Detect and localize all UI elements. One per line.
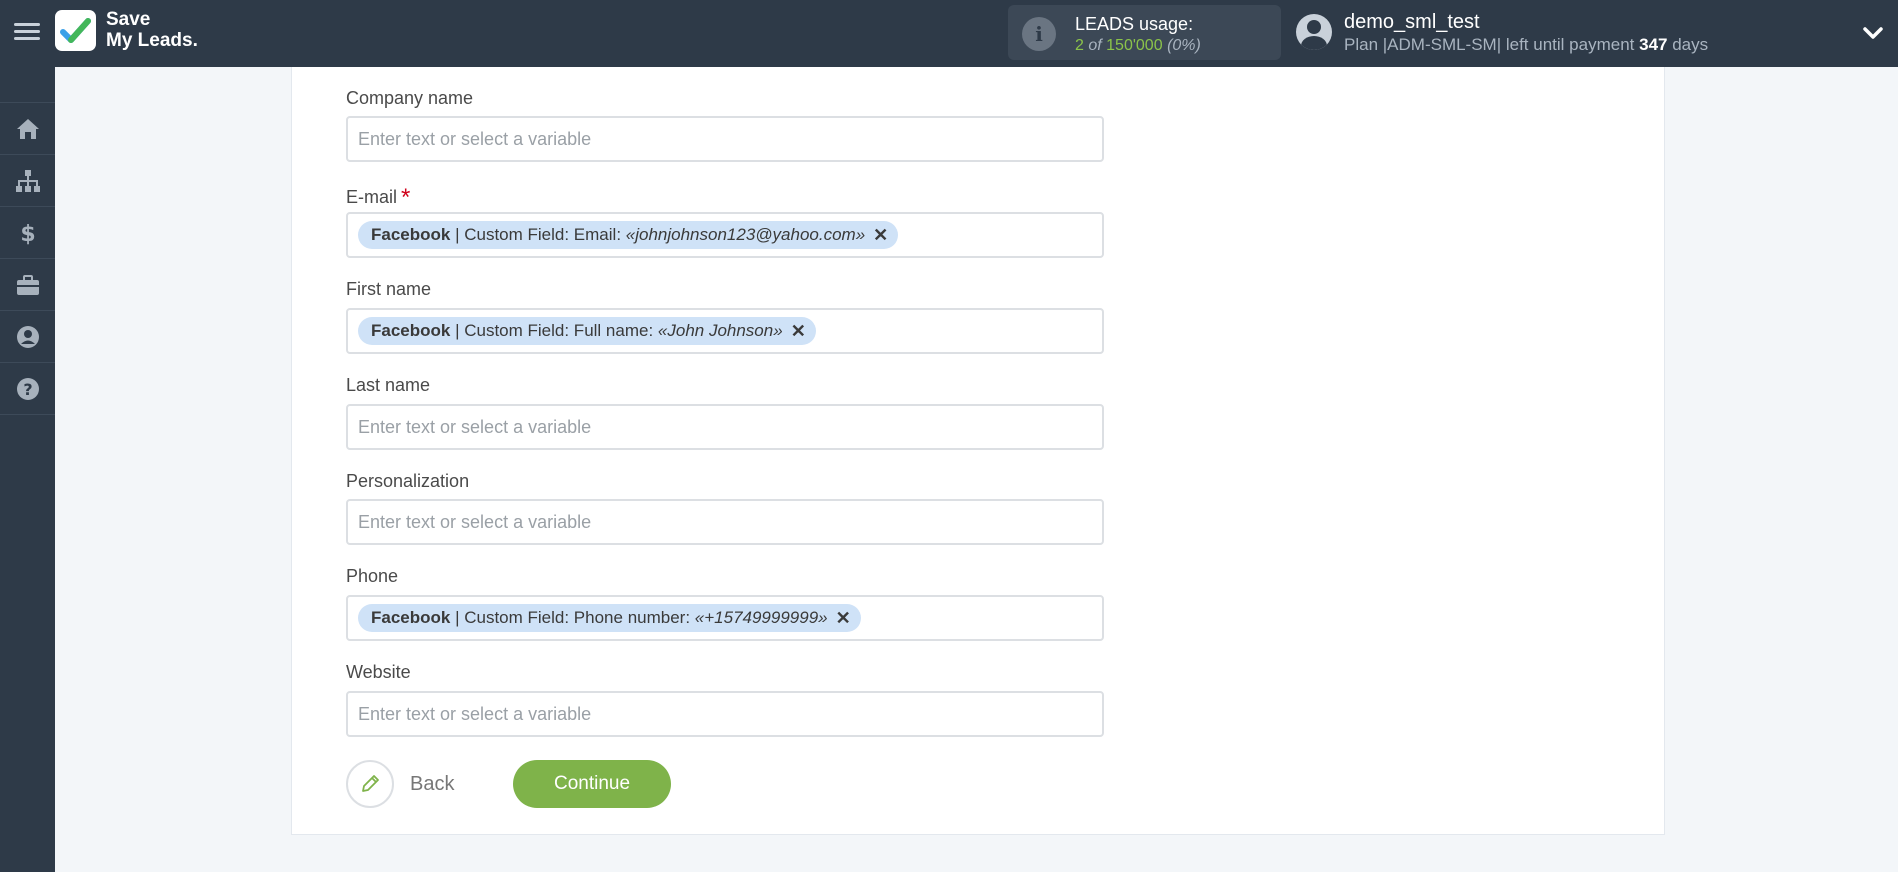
chip-field: | Custom Field: Phone number: (450, 608, 695, 627)
svg-text:?: ? (23, 380, 32, 399)
website-input[interactable]: Enter text or select a variable (346, 691, 1104, 737)
plan-days: 347 (1639, 35, 1668, 54)
chevron-down-icon[interactable] (1862, 22, 1884, 44)
brand-line-1: Save (106, 9, 151, 30)
sidebar: $ ? (0, 67, 55, 872)
sidebar-item-tools[interactable] (0, 259, 55, 311)
first-name-input[interactable]: Facebook | Custom Field: Full name: «Joh… (346, 308, 1104, 354)
phone-input[interactable]: Facebook | Custom Field: Phone number: «… (346, 595, 1104, 641)
user-name[interactable]: demo_sml_test (1344, 11, 1480, 34)
sidebar-item-account[interactable] (0, 311, 55, 363)
personalization-label: Personalization (346, 471, 470, 491)
sidebar-item-home[interactable] (0, 103, 55, 155)
logo-icon[interactable] (55, 10, 96, 51)
dollar-icon: $ (20, 222, 35, 246)
chip-field: | Custom Field: Full name: (450, 321, 658, 340)
avatar-icon[interactable] (1296, 14, 1332, 50)
briefcase-icon (16, 274, 39, 295)
plan-prefix: Plan |ADM-SML-SM| left until payment (1344, 35, 1635, 54)
plan-suffix: days (1672, 35, 1709, 54)
close-icon[interactable]: ✕ (873, 225, 888, 246)
company-name-input[interactable]: Enter text or select a variable (346, 116, 1104, 162)
last-name-input[interactable]: Enter text or select a variable (346, 404, 1104, 450)
first-name-variable-chip[interactable]: Facebook | Custom Field: Full name: «Joh… (358, 317, 816, 345)
email-input[interactable]: Facebook | Custom Field: Email: «johnjoh… (346, 212, 1104, 258)
chip-value: «John Johnson» (657, 321, 783, 340)
account-icon (16, 325, 39, 348)
usage-count: 2 of 150'000 (0%) (1075, 37, 1201, 55)
company-name-label: Company name (346, 88, 474, 108)
home-icon (16, 118, 39, 139)
email-label-text: E-mail (346, 187, 398, 207)
help-icon: ? (16, 377, 39, 400)
brand-line-2: My Leads. (106, 30, 198, 51)
brand-name[interactable]: Save My Leads. (106, 9, 198, 51)
sidebar-item-help[interactable]: ? (0, 363, 55, 415)
email-label: E-mail * (346, 182, 411, 211)
phone-variable-chip[interactable]: Facebook | Custom Field: Phone number: «… (358, 604, 861, 632)
sidebar-item-billing[interactable]: $ (0, 207, 55, 259)
usage-of: of (1088, 37, 1102, 54)
first-name-label: First name (346, 279, 432, 299)
leads-usage-panel: i LEADS usage: 2 of 150'000 (0%) (1008, 5, 1281, 60)
sidebar-item-connections[interactable] (0, 155, 55, 207)
sidebar-spacer (0, 67, 55, 103)
personalization-input[interactable]: Enter text or select a variable (346, 499, 1104, 545)
chip-source: Facebook (371, 608, 451, 627)
continue-button[interactable]: Continue (513, 760, 671, 808)
pencil-icon (346, 760, 394, 808)
phone-label: Phone (346, 566, 399, 586)
top-bar: Save My Leads. i LEADS usage: 2 of 150'0… (0, 0, 1898, 67)
usage-percent: (0%) (1167, 37, 1201, 54)
company-name-placeholder: Enter text or select a variable (358, 128, 592, 149)
close-icon[interactable]: ✕ (791, 321, 806, 342)
back-button[interactable]: Back (346, 760, 456, 808)
chip-field: | Custom Field: Email: (450, 225, 626, 244)
close-icon[interactable]: ✕ (836, 608, 851, 629)
chip-source: Facebook (371, 321, 451, 340)
chip-value: «johnjohnson123@yahoo.com» (625, 225, 866, 244)
personalization-placeholder: Enter text or select a variable (358, 511, 592, 532)
sitemap-icon (15, 169, 40, 192)
chip-value: «+15749999999» (694, 608, 828, 627)
usage-used: 2 (1075, 37, 1084, 54)
usage-total: 150'000 (1106, 37, 1163, 54)
svg-text:$: $ (20, 222, 35, 246)
last-name-placeholder: Enter text or select a variable (358, 416, 592, 437)
plan-info: Plan |ADM-SML-SM| left until payment 347… (1344, 35, 1708, 55)
chip-source: Facebook (371, 225, 451, 244)
website-label: Website (346, 662, 411, 682)
required-mark: * (401, 184, 411, 211)
menu-icon[interactable] (14, 20, 40, 46)
last-name-label: Last name (346, 375, 431, 395)
back-label: Back (410, 772, 455, 795)
info-icon: i (1022, 17, 1056, 51)
email-variable-chip[interactable]: Facebook | Custom Field: Email: «johnjoh… (358, 221, 899, 249)
usage-title: LEADS usage: (1075, 14, 1194, 34)
website-placeholder: Enter text or select a variable (358, 703, 592, 724)
